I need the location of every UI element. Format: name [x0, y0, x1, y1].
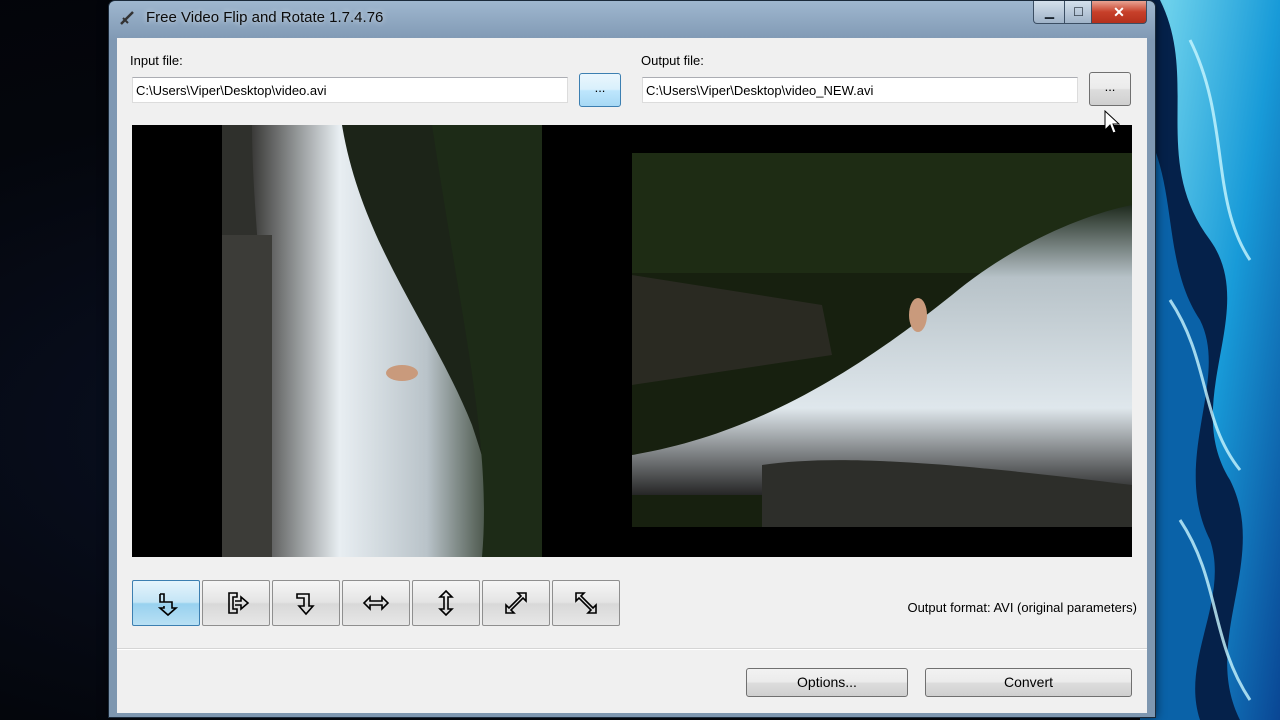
window-title: Free Video Flip and Rotate 1.7.4.76 — [146, 9, 384, 26]
video-preview — [132, 125, 1132, 557]
app-window: Free Video Flip and Rotate 1.7.4.76 ▁ ☐ … — [108, 0, 1156, 718]
input-browse-button[interactable]: ... — [579, 73, 621, 107]
input-file-label: Input file: — [130, 53, 183, 68]
options-button[interactable]: Options... — [746, 668, 908, 697]
transverse-icon — [575, 592, 597, 614]
rotate-right-90-button[interactable] — [202, 580, 270, 626]
transpose-icon — [505, 592, 527, 614]
input-file-field[interactable] — [132, 77, 568, 103]
rotate-left-90-button[interactable] — [132, 580, 200, 626]
rotate-180-button[interactable] — [272, 580, 340, 626]
rotate-right-90-icon — [228, 592, 250, 614]
input-preview-frame — [222, 125, 542, 557]
client-area: Input file: ... Output file: ... — [117, 38, 1147, 713]
flip-vertical-icon — [438, 589, 454, 617]
flip-horizontal-icon — [362, 595, 390, 611]
output-file-field[interactable] — [642, 77, 1078, 103]
maximize-button[interactable]: ☐ — [1064, 1, 1093, 24]
mouse-cursor-icon — [1104, 110, 1120, 134]
app-icon — [120, 11, 134, 25]
divider — [117, 648, 1147, 650]
flip-horizontal-button[interactable] — [342, 580, 410, 626]
output-file-label: Output file: — [641, 53, 704, 68]
transverse-button[interactable] — [552, 580, 620, 626]
close-button[interactable]: ✕ — [1091, 1, 1147, 24]
output-preview-frame — [632, 153, 1132, 527]
rotate-left-90-icon — [157, 593, 179, 617]
output-browse-button[interactable]: ... — [1089, 72, 1131, 106]
title-bar[interactable]: Free Video Flip and Rotate 1.7.4.76 ▁ ☐ … — [109, 1, 1155, 35]
rotate-180-icon — [296, 593, 315, 616]
convert-button[interactable]: Convert — [925, 668, 1132, 697]
flip-vertical-button[interactable] — [412, 580, 480, 626]
transpose-button[interactable] — [482, 580, 550, 626]
minimize-button[interactable]: ▁ — [1033, 1, 1066, 24]
output-format-label: Output format: AVI (original parameters) — [907, 600, 1137, 615]
